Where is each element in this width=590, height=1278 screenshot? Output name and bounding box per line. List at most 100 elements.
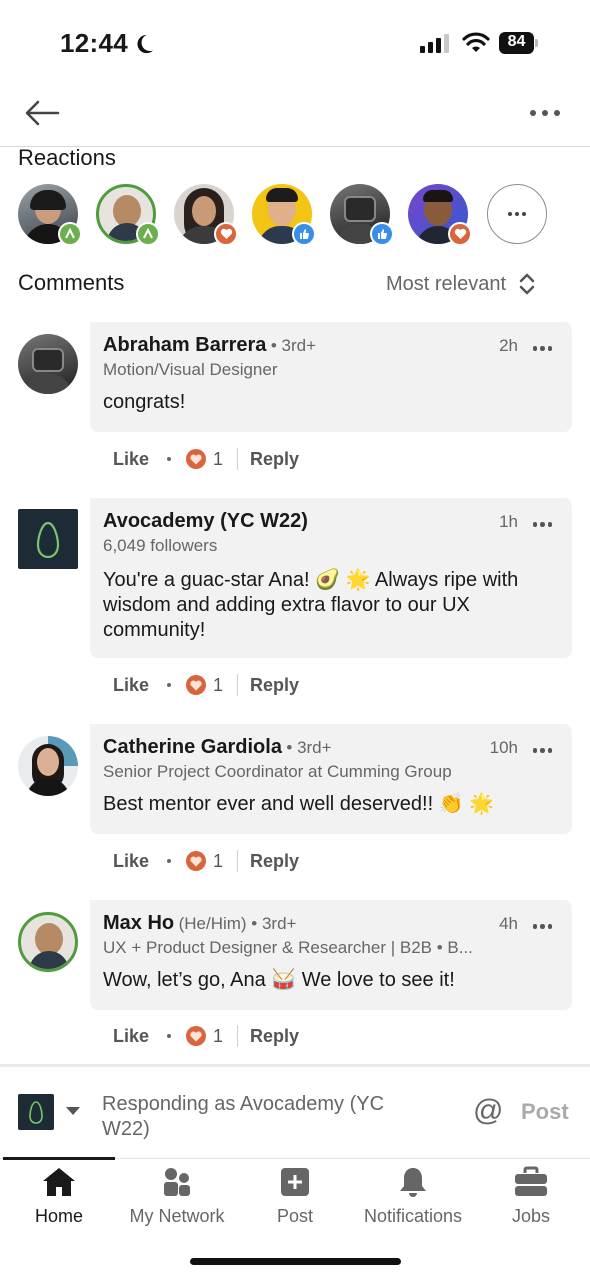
wifi-icon — [462, 32, 490, 52]
commenter-headline: Motion/Visual Designer — [103, 360, 278, 379]
status-time: 12:44 — [60, 28, 128, 58]
reactor-avatar[interactable] — [96, 184, 160, 246]
nav-label: Home — [34, 1206, 83, 1226]
more-reactions-button[interactable] — [487, 184, 547, 244]
reaction-count[interactable]: 1 — [213, 675, 223, 696]
sort-label: Most relevant — [386, 272, 507, 295]
company-logo[interactable] — [18, 509, 78, 569]
reactions-title: Reactions — [18, 145, 116, 170]
reactions-avatars — [18, 184, 578, 246]
commenter-headline: UX + Product Designer & Researcher | B2B… — [103, 938, 473, 957]
comment-more-button[interactable] — [532, 522, 552, 527]
love-reaction-icon — [186, 851, 207, 871]
reply-button[interactable]: Reply — [250, 1026, 299, 1047]
like-icon — [292, 222, 316, 246]
commenter-headline: 6,049 followers — [103, 536, 218, 555]
comment-text: You're a guac-star Ana! 🥑 🌟 Always ripe … — [103, 569, 519, 641]
comment-more-button[interactable] — [532, 346, 552, 351]
moon-icon — [137, 34, 154, 54]
nav-post[interactable]: Post — [236, 1166, 354, 1227]
avocado-logo-icon — [29, 1101, 43, 1124]
comment-actions: Like 1 Reply — [113, 672, 299, 698]
reactor-avatar[interactable] — [330, 184, 394, 246]
like-button[interactable]: Like — [113, 1026, 149, 1047]
commenter-avatar[interactable] — [18, 736, 78, 796]
commenter-name[interactable]: Catherine Gardiola — [103, 736, 282, 758]
caret-down-icon[interactable] — [66, 1107, 80, 1115]
battery-level: 84 — [507, 33, 526, 50]
like-button[interactable]: Like — [113, 851, 149, 872]
comment-actions: Like 1 Reply — [113, 1023, 299, 1049]
briefcase-icon — [515, 1166, 547, 1196]
more-options-button[interactable] — [530, 101, 566, 125]
commenter-name[interactable]: Avocademy (YC W22) — [103, 510, 308, 532]
comment-time: 10h — [489, 738, 518, 757]
battery-indicator: 84 — [499, 32, 539, 54]
post-button[interactable]: Post — [521, 1099, 569, 1125]
like-button[interactable]: Like — [113, 675, 149, 696]
reaction-count[interactable]: 1 — [213, 1026, 223, 1047]
comment-text: Best mentor ever and well deserved!! 👏 🌟 — [103, 793, 495, 815]
actor-logo[interactable] — [18, 1094, 54, 1130]
comment-more-button[interactable] — [532, 748, 552, 753]
commenter-avatar[interactable] — [18, 334, 78, 394]
bell-icon — [400, 1168, 426, 1197]
avocado-logo-icon — [36, 521, 60, 559]
love-reaction-icon — [186, 449, 207, 469]
comment-time: 2h — [499, 336, 518, 355]
reply-button[interactable]: Reply — [250, 851, 299, 872]
reaction-count[interactable]: 1 — [213, 449, 223, 470]
comments-title: Comments — [18, 270, 125, 295]
commenter-avatar[interactable] — [18, 912, 78, 972]
reactor-avatar[interactable] — [174, 184, 238, 246]
reply-button[interactable]: Reply — [250, 449, 299, 470]
home-indicator[interactable] — [190, 1258, 401, 1265]
comment-bubble: Avocademy (YC W22) 6,049 followers 1h Yo… — [90, 498, 572, 658]
like-button[interactable]: Like — [113, 449, 149, 470]
nav-my-network[interactable]: My Network — [118, 1166, 236, 1227]
commenter-name[interactable]: Max Ho — [103, 912, 174, 934]
connection-degree: • 3rd+ — [286, 738, 332, 757]
comment-bubble: Max Ho (He/Him) • 3rd+ UX + Product Desi… — [90, 900, 572, 1010]
comment-text: Wow, let’s go, Ana 🥁 We love to see it! — [103, 969, 455, 991]
reactor-avatar[interactable] — [408, 184, 472, 246]
composer-input[interactable]: Responding as Avocademy (YC W22) — [102, 1092, 402, 1142]
comment-time: 1h — [499, 512, 518, 531]
mention-button[interactable]: @ — [473, 1094, 503, 1128]
nav-label: Post — [276, 1206, 314, 1226]
reply-button[interactable]: Reply — [250, 675, 299, 696]
reactor-avatar[interactable] — [252, 184, 316, 246]
nav-jobs[interactable]: Jobs — [472, 1166, 590, 1227]
sort-chevrons-icon — [519, 273, 535, 295]
comment-bubble: Abraham Barrera • 3rd+ Motion/Visual Des… — [90, 322, 572, 432]
nav-home[interactable]: Home — [0, 1166, 118, 1227]
cellular-signal-icon — [420, 34, 449, 53]
sort-dropdown[interactable]: Most relevant — [386, 272, 536, 296]
back-arrow-icon[interactable] — [22, 96, 62, 130]
connection-degree: (He/Him) • 3rd+ — [178, 914, 297, 933]
comment-time: 4h — [499, 914, 518, 933]
nav-notifications[interactable]: Notifications — [354, 1166, 472, 1227]
comment-text: congrats! — [103, 391, 186, 413]
love-reaction-icon — [186, 1026, 207, 1046]
support-icon — [58, 222, 82, 246]
network-icon — [164, 1168, 190, 1196]
post-icon — [281, 1168, 309, 1196]
love-icon — [448, 222, 472, 246]
reactor-avatar[interactable] — [18, 184, 82, 246]
reaction-count[interactable]: 1 — [213, 851, 223, 872]
comment-bubble: Catherine Gardiola • 3rd+ Senior Project… — [90, 724, 572, 834]
commenter-name[interactable]: Abraham Barrera — [103, 334, 266, 356]
home-icon — [43, 1168, 75, 1196]
comment-actions: Like 1 Reply — [113, 446, 299, 472]
support-icon — [136, 222, 160, 246]
active-tab-indicator — [3, 1157, 115, 1160]
comment-actions: Like 1 Reply — [113, 848, 299, 874]
comment-more-button[interactable] — [532, 924, 552, 929]
composer-divider — [0, 1064, 590, 1067]
connection-degree: • 3rd+ — [270, 336, 317, 355]
love-reaction-icon — [186, 675, 207, 695]
commenter-headline: Senior Project Coordinator at Cumming Gr… — [103, 762, 452, 781]
like-icon — [370, 222, 394, 246]
nav-label: My Network — [129, 1206, 225, 1226]
